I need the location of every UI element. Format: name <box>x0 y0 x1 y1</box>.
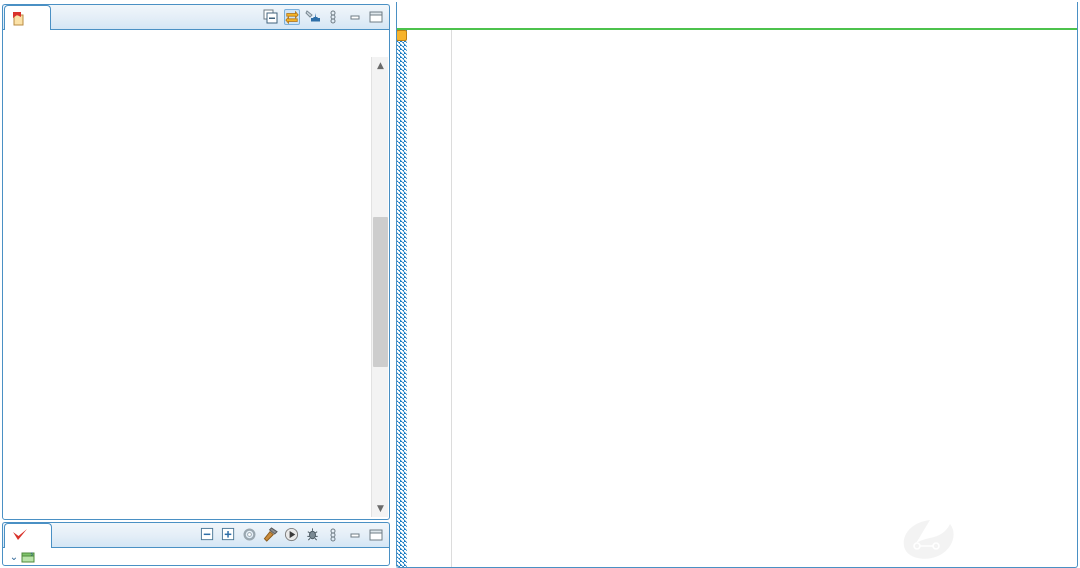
import-icon[interactable] <box>305 9 321 25</box>
source-code[interactable] <box>466 30 1078 568</box>
collapse-all-icon[interactable] <box>200 527 216 543</box>
assistant-tabstrip <box>2 522 390 548</box>
view-menu-icon[interactable] <box>326 527 342 543</box>
warning-marker-icon[interactable] <box>396 30 407 41</box>
folding-ruler[interactable] <box>452 30 466 568</box>
code-editor <box>396 2 1078 568</box>
explorer-tree-body: ▲ ▼ <box>3 30 389 519</box>
assistant-body: ⌄ s <box>3 548 389 566</box>
maximize-icon[interactable] <box>368 9 384 25</box>
explorer-vertical-scrollbar[interactable]: ▲ ▼ <box>371 57 388 517</box>
link-with-editor-icon[interactable] <box>284 9 300 25</box>
project-tree <box>3 30 389 36</box>
settings-gear-icon[interactable] <box>242 527 258 543</box>
explorer-tab[interactable] <box>4 5 51 30</box>
assistant-row[interactable]: ⌄ s <box>3 548 389 566</box>
build-hammer-icon[interactable] <box>263 527 279 543</box>
explorer-tabstrip <box>2 4 390 30</box>
assistant-view: ⌄ s <box>2 522 390 566</box>
assistant-tab[interactable] <box>4 523 52 548</box>
eclipse-sdk-window: ▲ ▼ ⌄ s <box>0 0 1080 568</box>
chevron-down-icon[interactable]: ⌄ <box>7 552 21 563</box>
scroll-down-icon[interactable]: ▼ <box>372 500 389 517</box>
explorer-view: ▲ ▼ <box>2 4 390 520</box>
line-number-ruler <box>407 30 452 568</box>
system-project-icon: s <box>21 550 36 564</box>
run-icon[interactable] <box>284 527 300 543</box>
assistant-toolbar <box>200 525 384 545</box>
debug-icon[interactable] <box>305 527 321 543</box>
editor-text-area[interactable] <box>396 30 1078 568</box>
explorer-view-icon <box>12 11 27 26</box>
annotation-ruler[interactable] <box>396 30 407 568</box>
check-mark-icon <box>12 529 28 543</box>
scroll-thumb[interactable] <box>373 217 388 367</box>
view-menu-icon[interactable] <box>326 9 342 25</box>
expand-all-icon[interactable] <box>221 527 237 543</box>
explorer-toolbar <box>263 7 384 27</box>
scroll-up-icon[interactable]: ▲ <box>372 57 389 74</box>
maximize-icon[interactable] <box>368 527 384 543</box>
collapse-all-icon[interactable] <box>263 9 279 25</box>
minimize-icon[interactable] <box>347 527 363 543</box>
editor-tabstrip <box>396 2 1078 30</box>
minimize-icon[interactable] <box>347 9 363 25</box>
